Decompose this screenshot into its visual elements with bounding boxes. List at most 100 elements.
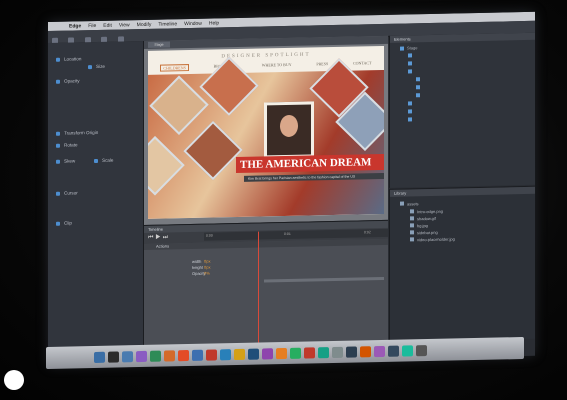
element-row[interactable]: Stage [400,45,417,50]
timeline-panel: Timeline ⏮▶⏭ 0:00 0:01 0:02 Actions widt… [144,219,388,347]
dock-app-icon[interactable] [220,348,231,360]
dock-app-icon[interactable] [108,350,119,363]
dock-app-icon[interactable] [206,348,217,361]
dock-app-icon[interactable] [388,345,399,357]
go-to-end-icon[interactable]: ⏭ [163,234,170,240]
element-row[interactable] [408,69,412,74]
track-bar[interactable] [264,276,384,283]
menu-window[interactable]: Window [184,20,202,26]
dock-app-icon[interactable] [94,351,105,363]
location-icon [56,57,60,62]
image-file-icon [410,223,414,228]
prop-opacity[interactable]: Opacity [56,78,80,84]
prop-scale[interactable]: Scale [94,158,114,163]
dock-app-icon[interactable] [318,346,329,358]
stage-panel: Stage DESIGNER SPOTLIGHT CHILDRENS BIOGR… [144,35,388,225]
element-row[interactable] [408,117,412,122]
dock-app-icon[interactable] [136,350,147,362]
ruler-tick: 0:00 [206,233,213,238]
scale-icon [94,158,98,163]
library-file[interactable]: Intro-edge.png [410,209,443,215]
element-row[interactable] [408,109,412,114]
menu-timeline[interactable]: Timeline [158,21,177,27]
hero-collage[interactable]: THE AMERICAN DREAM Kim Brat brings her P… [148,56,384,219]
image-file-icon [410,209,414,214]
dock-app-icon[interactable] [416,344,427,356]
library-file[interactable]: video-placeholder.jpg [410,236,455,242]
dock-app-icon[interactable] [248,348,259,360]
nav-press[interactable]: PRESS [316,61,328,68]
headline-banner: THE AMERICAN DREAM [236,153,384,174]
prop-location[interactable]: Location [56,56,81,62]
library-panel-title: Library [390,186,535,197]
dock-app-icon[interactable] [346,345,357,358]
logo-circle [4,370,24,390]
clip-icon [56,221,60,226]
element-row[interactable] [408,101,412,106]
prop-cursor[interactable]: Cursor [56,190,78,196]
dock-app-icon[interactable] [234,348,245,360]
stage-tab[interactable]: Stage [148,41,170,48]
prop-clip[interactable]: Clip [56,220,72,226]
library-file[interactable]: bg.jpg [410,223,428,228]
element-icon [408,117,412,122]
size-icon [88,64,92,69]
prop-skew[interactable]: Skew [56,158,75,164]
dock-app-icon[interactable] [164,349,175,362]
menu-file[interactable]: File [88,22,96,28]
prop-transform-origin[interactable]: Transform Origin [56,130,98,136]
dock-app-icon[interactable] [290,347,301,359]
element-icon [408,101,412,106]
dock-app-icon[interactable] [150,350,161,362]
library-folder[interactable]: assets [400,201,419,206]
playback-controls: ⏮▶⏭ [148,234,170,241]
menu-help[interactable]: Help [209,20,219,26]
actions-track[interactable]: Actions [144,238,388,250]
element-row[interactable] [416,93,420,98]
apple-logo [2,368,30,396]
nav-contact[interactable]: CONTACT [353,60,372,67]
dock-app-icon[interactable] [332,346,343,358]
element-row[interactable] [416,77,420,82]
dock-app-icon[interactable] [304,346,315,359]
element-row[interactable] [408,53,412,58]
prop-rotate[interactable]: Rotate [56,142,78,148]
image-file-icon [410,230,414,235]
properties-panel: Location Size Opacity Transform Origin R… [48,40,144,349]
composition-page[interactable]: DESIGNER SPOTLIGHT CHILDRENS BIOGRAPHY W… [148,45,384,219]
elements-panel: Elements Stage [389,32,535,188]
skew-icon [56,159,60,164]
ruler-tick: 0:02 [364,230,371,235]
menu-modify[interactable]: Modify [137,21,152,27]
dock-app-icon[interactable] [192,349,203,361]
nav-where-to-buy[interactable]: WHERE TO BUY [262,62,292,70]
library-file[interactable]: sidebar.png [410,230,438,236]
dock-app-icon[interactable] [374,345,385,357]
element-row[interactable] [416,85,420,90]
library-file[interactable]: shadow.gif [410,216,436,222]
transform-origin-icon [56,131,60,136]
prop-size[interactable]: Size [88,64,105,69]
element-icon [408,61,412,66]
cursor-icon [56,191,60,196]
dock-app-icon[interactable] [262,347,273,359]
menu-view[interactable]: View [119,22,130,28]
nav-childrens[interactable]: CHILDRENS [160,64,189,72]
element-row[interactable] [408,61,412,66]
dock-app-icon[interactable] [276,347,287,359]
photo-tile [183,120,243,181]
play-icon[interactable]: ▶ [155,235,162,241]
image-file-icon [410,237,414,242]
menu-app-name[interactable]: Edge [69,23,81,29]
element-icon [408,109,412,114]
playhead[interactable] [258,231,259,345]
menu-edit[interactable]: Edit [103,22,112,28]
dock-app-icon[interactable] [402,344,413,357]
library-panel: Library assets Intro-edge.png shadow.gif… [389,185,535,342]
dock-app-icon[interactable] [178,349,189,361]
portrait-photo [264,101,314,159]
dock-app-icon[interactable] [360,345,371,357]
dock-app-icon[interactable] [122,350,133,362]
element-icon [416,93,420,98]
element-icon [416,77,420,82]
